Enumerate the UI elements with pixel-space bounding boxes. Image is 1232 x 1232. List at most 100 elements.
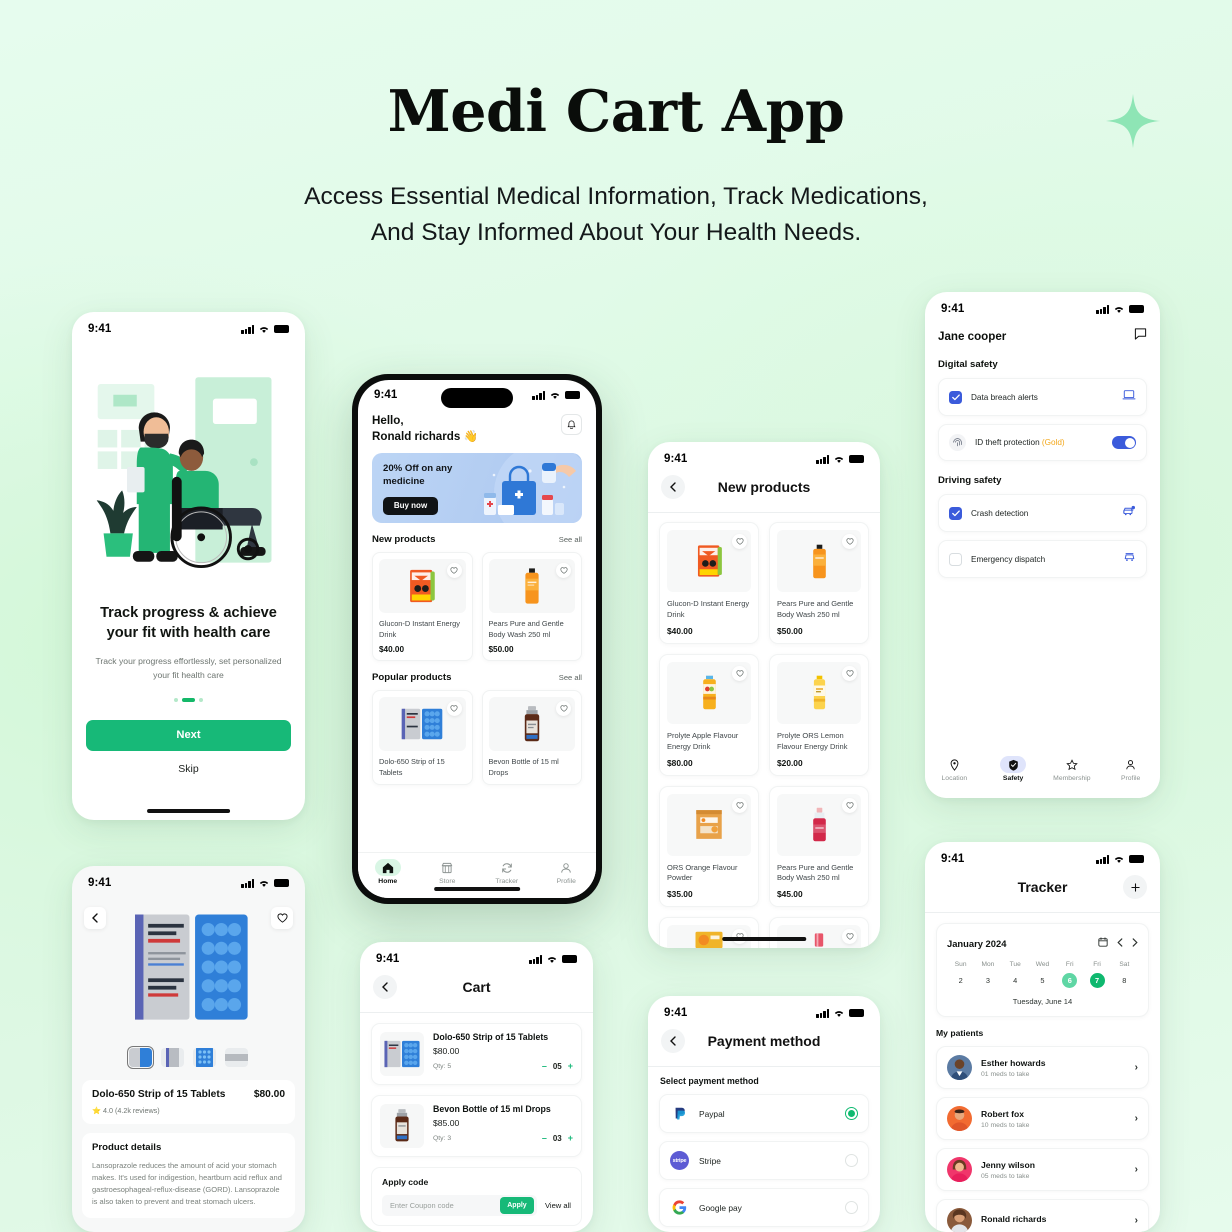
- patient-row[interactable]: Ronald richards ›: [936, 1199, 1149, 1232]
- tab-home[interactable]: Home: [364, 859, 412, 885]
- product-card[interactable]: Pears Pure and Gentle Body Wash 250 ml $…: [481, 552, 582, 662]
- product-card[interactable]: Glucon-D Instant Energy Drink $40.00: [372, 552, 473, 662]
- screen-title: Payment method: [707, 1033, 821, 1049]
- coupon-input[interactable]: Enter Coupon code Apply: [382, 1195, 537, 1216]
- cart-item[interactable]: Dolo-650 Strip of 15 Tablets $80.00 Qty:…: [371, 1023, 582, 1085]
- next-month-button[interactable]: [1132, 934, 1138, 952]
- product-card[interactable]: Prolyte Apple Flavour Energy Drink $80.0…: [659, 653, 759, 776]
- coupon-heading: Apply code: [382, 1177, 429, 1187]
- next-button[interactable]: Next: [86, 719, 291, 751]
- tab-membership[interactable]: Membership: [1048, 756, 1096, 782]
- nav-bar: Cart: [360, 969, 593, 1012]
- home-indicator: [722, 937, 806, 941]
- back-button[interactable]: [84, 907, 106, 929]
- phone-payment: 9:41 Payment method Select payment metho…: [648, 996, 880, 1232]
- decrement-button[interactable]: –: [542, 1133, 547, 1143]
- safety-row-id-theft[interactable]: ID theft protection (Gold): [938, 424, 1147, 461]
- dot-2[interactable]: [182, 697, 195, 702]
- safety-row-data-breach[interactable]: Data breach alerts: [938, 378, 1147, 416]
- patient-row[interactable]: Esther howards 01 meds to take ›: [936, 1046, 1149, 1089]
- tab-tracker[interactable]: Tracker: [483, 859, 531, 885]
- phone-new-products: 9:41 New products Glucon-D Instant Energ…: [648, 442, 880, 948]
- calendar-day[interactable]: Sat 8: [1111, 961, 1138, 988]
- increment-button[interactable]: +: [568, 1061, 573, 1071]
- favorite-icon[interactable]: [842, 929, 857, 945]
- product-card[interactable]: Bevon Bottle of 15 ml Drops: [481, 690, 582, 786]
- buy-now-button[interactable]: Buy now: [383, 496, 438, 515]
- view-all-link[interactable]: View all: [545, 1201, 571, 1210]
- calendar-day[interactable]: Fri 7: [1083, 961, 1110, 988]
- cart-item[interactable]: Bevon Bottle of 15 ml Drops $85.00 Qty: …: [371, 1095, 582, 1157]
- safety-row-crash-detection[interactable]: Crash detection: [938, 494, 1147, 532]
- see-all-link[interactable]: See all: [559, 673, 582, 682]
- payment-option-paypal[interactable]: Paypal: [659, 1094, 869, 1133]
- tab-safety[interactable]: Safety: [989, 756, 1037, 782]
- thumbnail-1[interactable]: [126, 1045, 155, 1070]
- chevron-right-icon[interactable]: ›: [1135, 1113, 1138, 1124]
- toggle-switch[interactable]: [1112, 436, 1136, 449]
- tab-profile[interactable]: Profile: [542, 859, 590, 885]
- thumbnail-3[interactable]: [193, 1048, 216, 1067]
- tab-location[interactable]: Location: [930, 756, 978, 782]
- prev-month-button[interactable]: [1117, 934, 1123, 952]
- favorite-icon[interactable]: [732, 665, 747, 681]
- favorite-icon[interactable]: [446, 563, 462, 578]
- favorite-icon[interactable]: [842, 665, 857, 681]
- favorite-icon[interactable]: [556, 563, 571, 578]
- tab-store[interactable]: Store: [423, 859, 471, 885]
- skip-button[interactable]: Skip: [72, 763, 305, 775]
- product-card[interactable]: [659, 917, 759, 948]
- checkbox[interactable]: [949, 506, 962, 520]
- favorite-icon[interactable]: [446, 701, 462, 717]
- calendar-icon[interactable]: [1098, 934, 1108, 952]
- payment-option-googlepay[interactable]: Google pay: [659, 1188, 869, 1227]
- favorite-icon[interactable]: [842, 797, 857, 813]
- calendar-day[interactable]: Sun 2: [947, 961, 974, 988]
- product-card[interactable]: Glucon-D Instant Energy Drink $40.00: [659, 522, 759, 644]
- see-all-link[interactable]: See all: [559, 535, 582, 544]
- decrement-button[interactable]: –: [542, 1061, 547, 1071]
- favorite-icon[interactable]: [842, 534, 857, 549]
- tab-profile[interactable]: Profile: [1107, 756, 1155, 782]
- increment-button[interactable]: +: [568, 1133, 573, 1143]
- product-image: [379, 697, 466, 752]
- checkbox[interactable]: [949, 552, 962, 566]
- payment-option-stripe[interactable]: stripe Stripe: [659, 1141, 869, 1180]
- patient-row[interactable]: Robert fox 10 meds to take ›: [936, 1097, 1149, 1140]
- favorite-icon[interactable]: [732, 797, 747, 813]
- calendar-day[interactable]: Mon 3: [974, 961, 1001, 988]
- payment-radio[interactable]: [845, 1201, 858, 1214]
- checkbox[interactable]: [949, 390, 962, 404]
- dot-3[interactable]: [199, 697, 203, 702]
- status-time: 9:41: [941, 853, 965, 865]
- product-card[interactable]: Dolo-650 Strip of 15 Tablets: [372, 690, 473, 786]
- message-button[interactable]: [1134, 327, 1147, 345]
- notification-button[interactable]: [561, 414, 582, 435]
- calendar-day[interactable]: Fri 6: [1056, 961, 1083, 988]
- promo-banner[interactable]: 20% Off on any medicine Buy now: [372, 453, 582, 523]
- safety-row-emergency-dispatch[interactable]: Emergency dispatch: [938, 540, 1147, 578]
- product-card[interactable]: [769, 917, 869, 948]
- quantity-stepper[interactable]: – 03 +: [542, 1133, 573, 1143]
- patient-meds: 05 meds to take: [981, 1172, 1030, 1180]
- calendar-day[interactable]: Wed 5: [1029, 961, 1056, 988]
- product-card[interactable]: Pears Pure and Gentle Body Wash 250 ml $…: [769, 785, 869, 908]
- patient-row[interactable]: Jenny wilson 05 meds to take ›: [936, 1148, 1149, 1191]
- thumbnail-2[interactable]: [161, 1048, 184, 1067]
- chevron-right-icon[interactable]: ›: [1135, 1215, 1138, 1226]
- thumbnail-4[interactable]: [225, 1048, 248, 1067]
- payment-radio[interactable]: [845, 1154, 858, 1167]
- dot-1[interactable]: [174, 697, 178, 702]
- favorite-icon[interactable]: [732, 534, 747, 549]
- product-card[interactable]: ORS Orange Flavour Powder $35.00: [659, 785, 759, 908]
- calendar-day[interactable]: Tue 4: [1002, 961, 1029, 988]
- favorite-button[interactable]: [271, 907, 293, 929]
- quantity-stepper[interactable]: – 05 +: [542, 1061, 573, 1071]
- chevron-right-icon[interactable]: ›: [1135, 1062, 1138, 1073]
- apply-button[interactable]: Apply: [499, 1197, 534, 1214]
- product-card[interactable]: Prolyte ORS Lemon Flavour Energy Drink $…: [769, 653, 869, 776]
- product-card[interactable]: Pears Pure and Gentle Body Wash 250 ml $…: [769, 522, 869, 644]
- chevron-right-icon[interactable]: ›: [1135, 1164, 1138, 1175]
- favorite-icon[interactable]: [556, 701, 571, 717]
- payment-radio[interactable]: [845, 1107, 858, 1120]
